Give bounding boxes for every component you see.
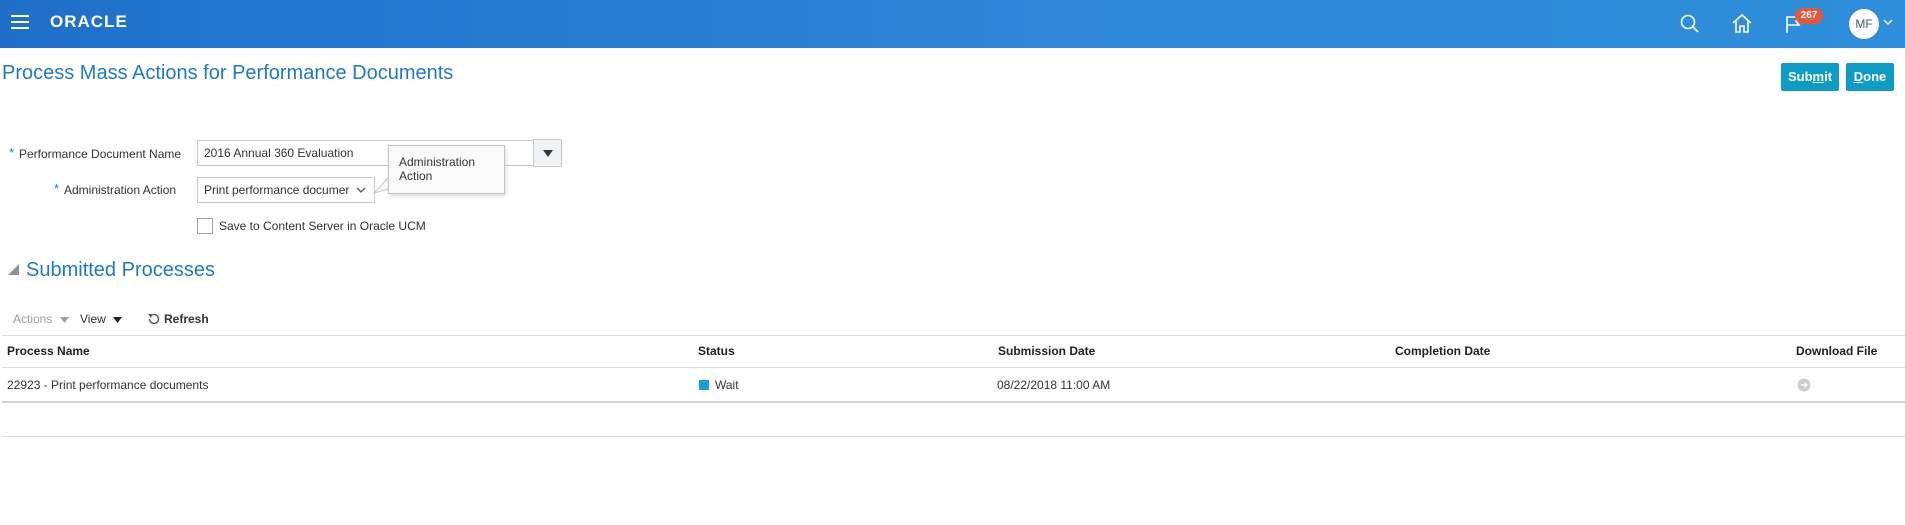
table-bottom-border — [2, 436, 1905, 437]
submit-label-pre: Sub — [1787, 69, 1813, 84]
home-icon[interactable] — [1729, 11, 1755, 37]
status-square-icon — [699, 380, 709, 390]
view-menu-label: View — [80, 312, 106, 326]
save-to-content-server-label[interactable]: Save to Content Server in Oracle UCM — [219, 219, 426, 233]
chevron-down-icon[interactable] — [1882, 16, 1894, 28]
column-header-submission-date[interactable]: Submission Date — [998, 344, 1095, 358]
administration-action-tooltip: Administration Action — [388, 145, 505, 194]
table-top-border — [2, 335, 1905, 336]
oracle-logo[interactable]: ORACLE — [50, 12, 128, 32]
view-menu[interactable]: View — [80, 312, 123, 326]
required-marker: * — [54, 181, 60, 196]
global-header: ORACLE 267 MF — [0, 0, 1905, 48]
table-row-border — [2, 401, 1905, 403]
caret-down-icon — [543, 150, 553, 157]
actions-menu[interactable]: Actions — [13, 312, 69, 326]
refresh-button[interactable]: Refresh — [164, 312, 209, 326]
required-marker: * — [9, 145, 15, 160]
performance-document-name-label: Performance Document Name — [19, 147, 182, 161]
refresh-icon[interactable] — [146, 311, 162, 327]
submit-label-post: it — [1824, 69, 1833, 84]
column-header-process-name[interactable]: Process Name — [7, 344, 90, 358]
notification-count-badge[interactable]: 267 — [1795, 8, 1823, 24]
search-icon[interactable] — [1677, 11, 1703, 37]
page-title: Process Mass Actions for Performance Doc… — [2, 62, 454, 84]
user-avatar[interactable]: MF — [1849, 9, 1879, 39]
caret-down-icon — [59, 316, 69, 323]
collapse-triangle-icon[interactable] — [8, 264, 19, 275]
submit-label-mnemonic: m — [1812, 69, 1825, 84]
document-name-dropdown-button[interactable] — [533, 139, 562, 167]
done-button[interactable]: Done — [1846, 63, 1894, 91]
submit-button[interactable]: Submit — [1781, 63, 1839, 91]
save-to-content-server-checkbox[interactable] — [197, 218, 213, 234]
column-header-download-file[interactable]: Download File — [1796, 344, 1877, 358]
column-header-status[interactable]: Status — [698, 344, 735, 358]
menu-icon[interactable] — [11, 15, 29, 31]
status-cell: Wait — [715, 378, 739, 392]
column-header-completion-date[interactable]: Completion Date — [1395, 344, 1490, 358]
section-title: Submitted Processes — [26, 259, 215, 281]
chevron-down-icon[interactable] — [355, 184, 367, 196]
caret-down-icon — [113, 316, 123, 323]
process-name-cell: 22923 - Print performance documents — [7, 378, 209, 392]
download-icon[interactable] — [1797, 378, 1811, 392]
actions-menu-label: Actions — [13, 312, 53, 326]
administration-action-select[interactable]: Print performance documer — [197, 177, 375, 203]
administration-action-label: Administration Action — [64, 183, 177, 197]
table-header-border — [2, 367, 1905, 368]
done-label-post: one — [1863, 69, 1887, 84]
submission-date-cell: 08/22/2018 11:00 AM — [997, 378, 1111, 392]
done-label-mnemonic: D — [1853, 69, 1864, 84]
